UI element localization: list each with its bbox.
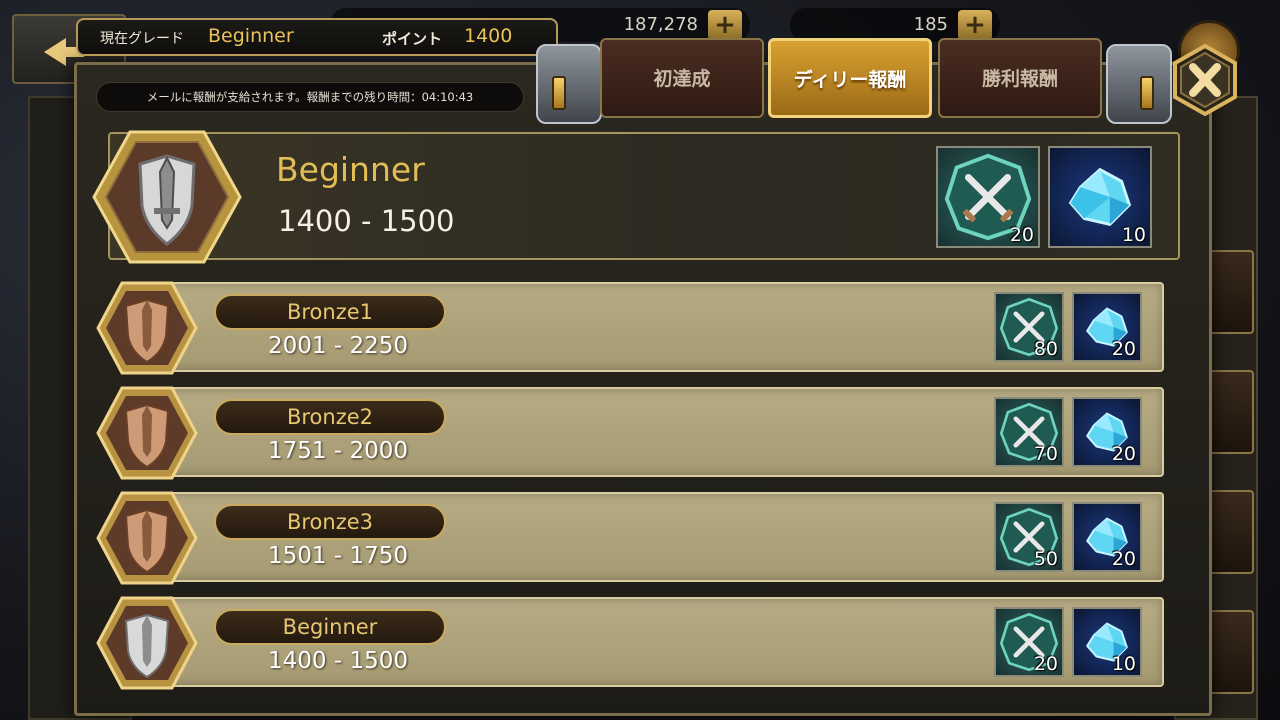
grade-range: 1501 - 1750 bbox=[268, 543, 408, 569]
gold-value: 187,278 bbox=[623, 14, 698, 35]
bronze-rank-icon bbox=[96, 386, 198, 480]
reward-item[interactable]: 80 bbox=[994, 292, 1064, 362]
game-screen: 187,278 + 185 + 現在グレード Beginner ポイント 140… bbox=[0, 0, 1280, 720]
grade-range: 2001 - 2250 bbox=[268, 333, 408, 359]
mail-notice: メールに報酬が支給されます。報酬までの残り時間：04:10:43 bbox=[96, 82, 524, 112]
grade-name: Bronze2 bbox=[214, 399, 446, 435]
point-value: 1400 bbox=[464, 25, 513, 47]
reward-item[interactable]: 20 bbox=[1072, 502, 1142, 572]
grade-range: 1751 - 2000 bbox=[268, 438, 408, 464]
grade-value: Beginner bbox=[208, 25, 294, 47]
reward-item[interactable]: 10 bbox=[1048, 146, 1152, 248]
tab-first-achievement[interactable]: 初達成 bbox=[600, 38, 764, 118]
gem-value: 185 bbox=[913, 14, 948, 35]
grade-name: Bronze1 bbox=[214, 294, 446, 330]
reward-quantity: 20 bbox=[1033, 653, 1058, 675]
tab-ornament-left-icon bbox=[536, 44, 602, 124]
reward-item[interactable]: 50 bbox=[994, 502, 1064, 572]
reward-item[interactable]: 20 bbox=[936, 146, 1040, 248]
bronze-rank-icon bbox=[96, 281, 198, 375]
current-grade-range: 1400 - 1500 bbox=[278, 204, 455, 238]
grade-range: 1400 - 1500 bbox=[268, 648, 408, 674]
reward-quantity: 10 bbox=[1121, 224, 1146, 246]
add-gold-button[interactable]: + bbox=[708, 10, 742, 40]
back-arrow-icon bbox=[44, 38, 84, 66]
grade-name: Bronze3 bbox=[214, 504, 446, 540]
reward-item[interactable]: 20 bbox=[1072, 397, 1142, 467]
current-grade-bar: 現在グレード Beginner ポイント 1400 bbox=[76, 18, 558, 56]
close-button[interactable] bbox=[1172, 43, 1238, 117]
reward-item[interactable]: 10 bbox=[1072, 607, 1142, 677]
current-grade-name: Beginner bbox=[276, 150, 425, 189]
reward-quantity: 50 bbox=[1033, 548, 1058, 570]
reward-item[interactable]: 20 bbox=[1072, 292, 1142, 362]
tab-daily-reward[interactable]: ディリー報酬 bbox=[768, 38, 932, 118]
reward-quantity: 20 bbox=[1111, 443, 1136, 465]
reward-quantity: 20 bbox=[1009, 224, 1034, 246]
beginner-rank-icon bbox=[92, 130, 242, 264]
tab-ornament-right-icon bbox=[1106, 44, 1172, 124]
reward-quantity: 20 bbox=[1111, 338, 1136, 360]
point-label: ポイント bbox=[382, 30, 443, 48]
tab-victory-reward[interactable]: 勝利報酬 bbox=[938, 38, 1102, 118]
reward-quantity: 70 bbox=[1033, 443, 1058, 465]
beginner-rank-icon bbox=[96, 596, 198, 690]
bronze-rank-icon bbox=[96, 491, 198, 585]
reward-item[interactable]: 20 bbox=[994, 607, 1064, 677]
grade-name: Beginner bbox=[214, 609, 446, 645]
reward-item[interactable]: 70 bbox=[994, 397, 1064, 467]
reward-quantity: 80 bbox=[1033, 338, 1058, 360]
reward-quantity: 10 bbox=[1111, 653, 1136, 675]
gem-currency: 185 + bbox=[790, 8, 1000, 42]
grade-label: 現在グレード bbox=[100, 31, 184, 47]
close-icon bbox=[1173, 43, 1237, 117]
add-gem-button[interactable]: + bbox=[958, 10, 992, 40]
reward-quantity: 20 bbox=[1111, 548, 1136, 570]
